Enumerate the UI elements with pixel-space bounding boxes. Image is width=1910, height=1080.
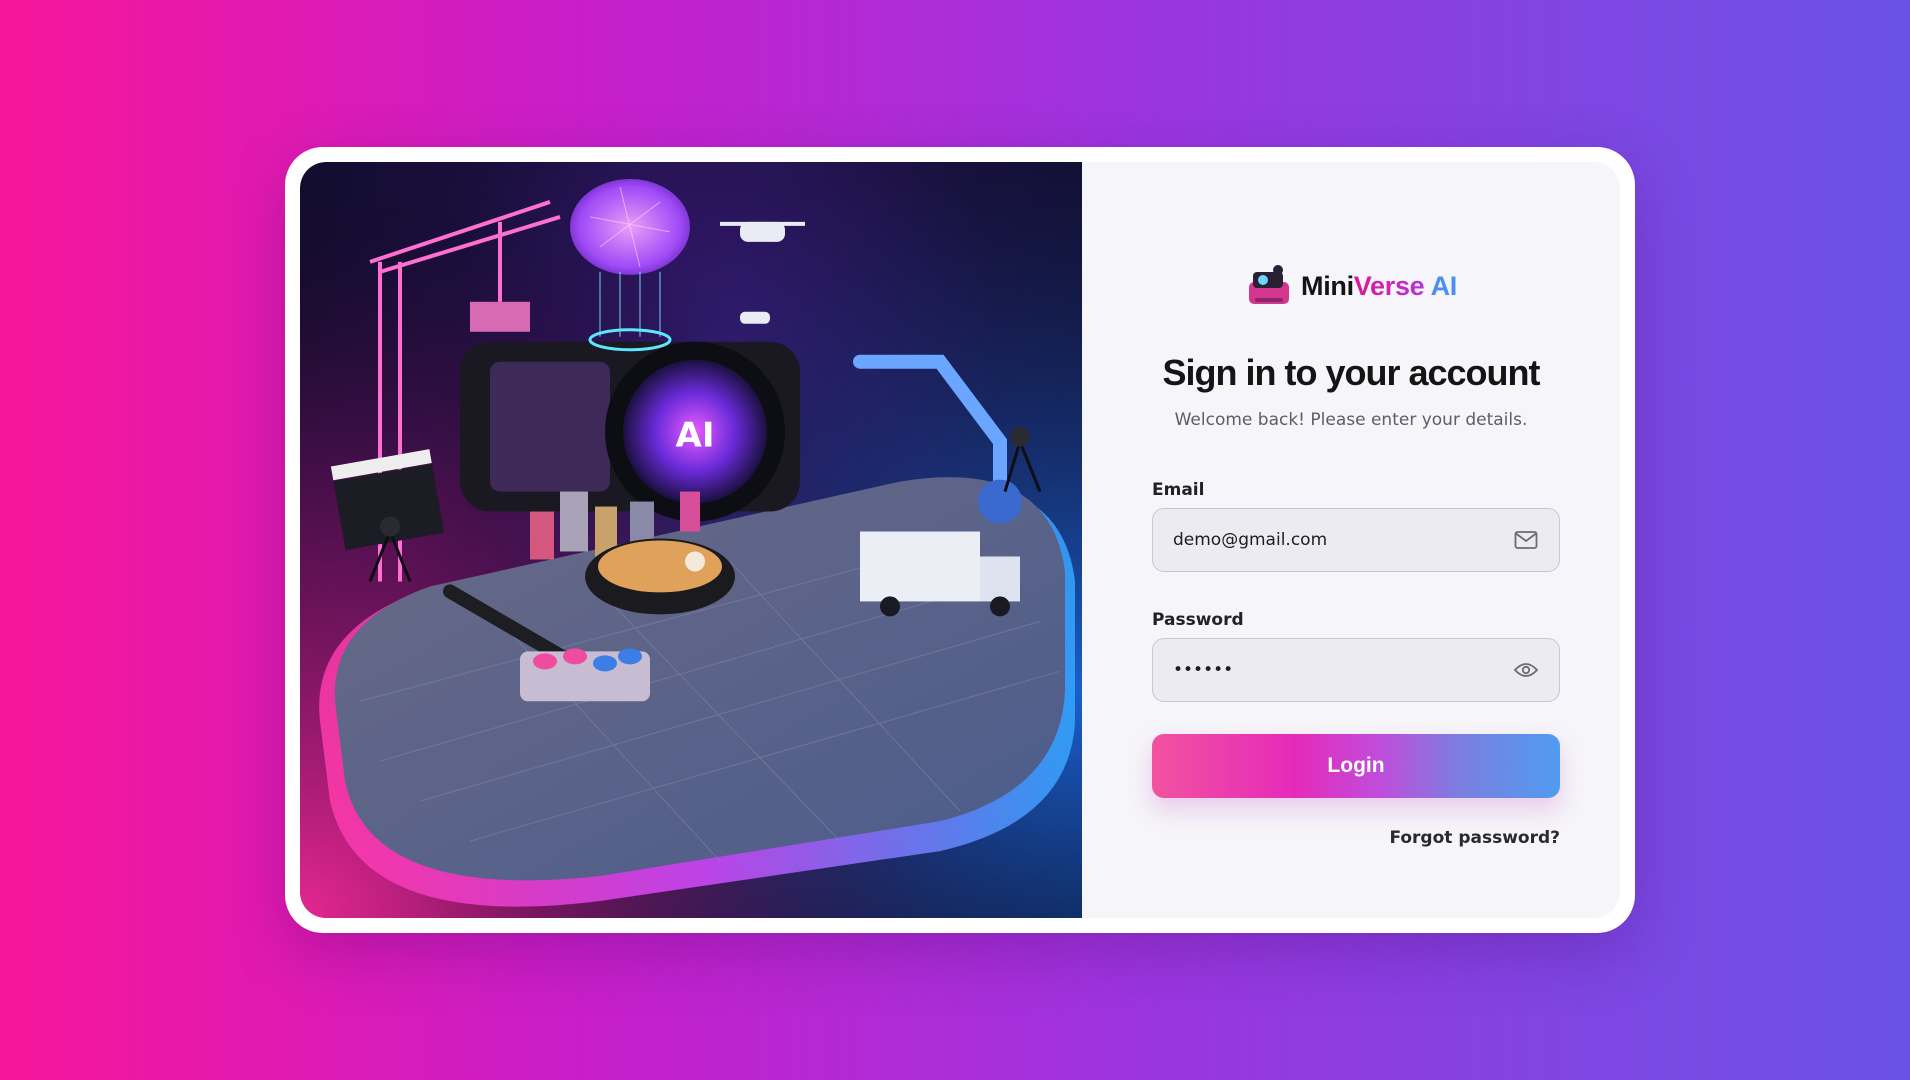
login-panel: MiniVerse AI Sign in to your account Wel… (1082, 162, 1620, 918)
password-input[interactable] (1173, 660, 1513, 680)
brand-name-part2: Verse (1353, 270, 1425, 301)
lens-ai-badge: AI (676, 416, 715, 456)
password-field[interactable] (1152, 638, 1560, 702)
brand-name: MiniVerse AI (1301, 271, 1457, 302)
brand-name-part1: Mini (1301, 270, 1354, 301)
brand-logo[interactable]: MiniVerse AI (1082, 262, 1620, 310)
email-input[interactable] (1173, 530, 1513, 550)
miniverse-logo-icon (1249, 265, 1289, 304)
brand-name-part3: AI (1424, 270, 1458, 301)
hero-scene: AI (300, 162, 1082, 918)
page-subtitle: Welcome back! Please enter your details. (1174, 410, 1528, 430)
eye-icon[interactable] (1513, 657, 1539, 683)
login-button[interactable]: Login (1152, 734, 1560, 798)
password-label: Password (1152, 610, 1244, 630)
email-label: Email (1152, 480, 1205, 500)
page-title: Sign in to your account (1162, 352, 1540, 393)
mail-icon (1513, 527, 1539, 553)
forgot-password-link[interactable]: Forgot password? (1389, 828, 1560, 848)
hero-illustration: AI (300, 162, 1082, 918)
card-inner: AI MiniVerse AI Sign in to your account … (300, 162, 1620, 918)
login-card: AI MiniVerse AI Sign in to your account … (285, 147, 1635, 933)
email-field[interactable] (1152, 508, 1560, 572)
